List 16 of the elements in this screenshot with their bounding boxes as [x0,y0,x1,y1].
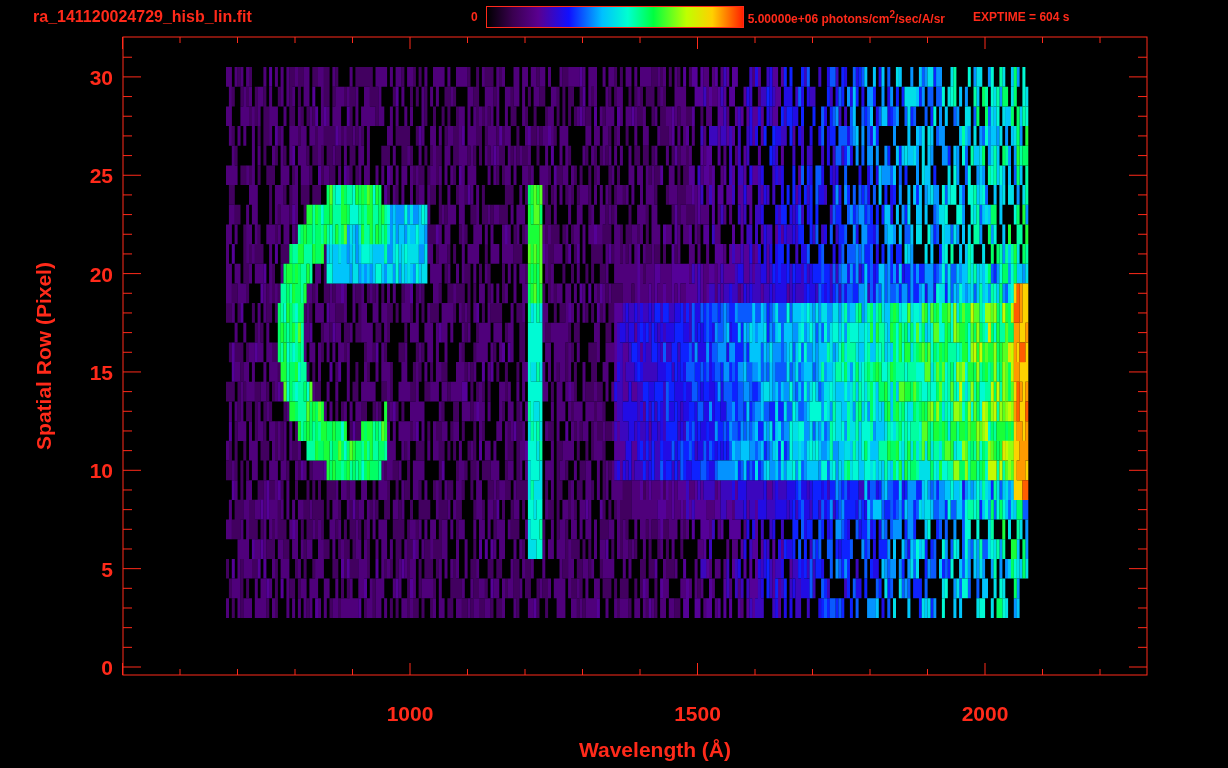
y-tick-label: 30 [89,65,113,89]
y-tick-label: 20 [89,262,113,286]
y-tick-label: 15 [89,360,113,384]
y-axis-label: Spatial Row (Pixel) [32,262,55,450]
y-tick-label: 10 [89,459,113,483]
file-title: ra_141120024729_hisb_lin.fit [33,8,253,26]
colorbar-min-label: 0 [471,10,478,24]
x-tick-label: 2000 [961,702,1009,725]
x-tick-label: 1500 [674,702,721,725]
colorbar-max-label: 5.00000e+06 photons/cm$^{2}$/sec/A/sr [747,8,946,26]
x-axis-label: Wavelength (Å) [578,738,732,761]
x-tick-label: 1000 [386,702,434,725]
y-tick-label: 5 [101,557,113,581]
y-tick-label: 0 [101,656,113,679]
y-tick-label: 25 [89,164,113,188]
exposure-time: EXPTIME = 604 s [973,10,1070,24]
